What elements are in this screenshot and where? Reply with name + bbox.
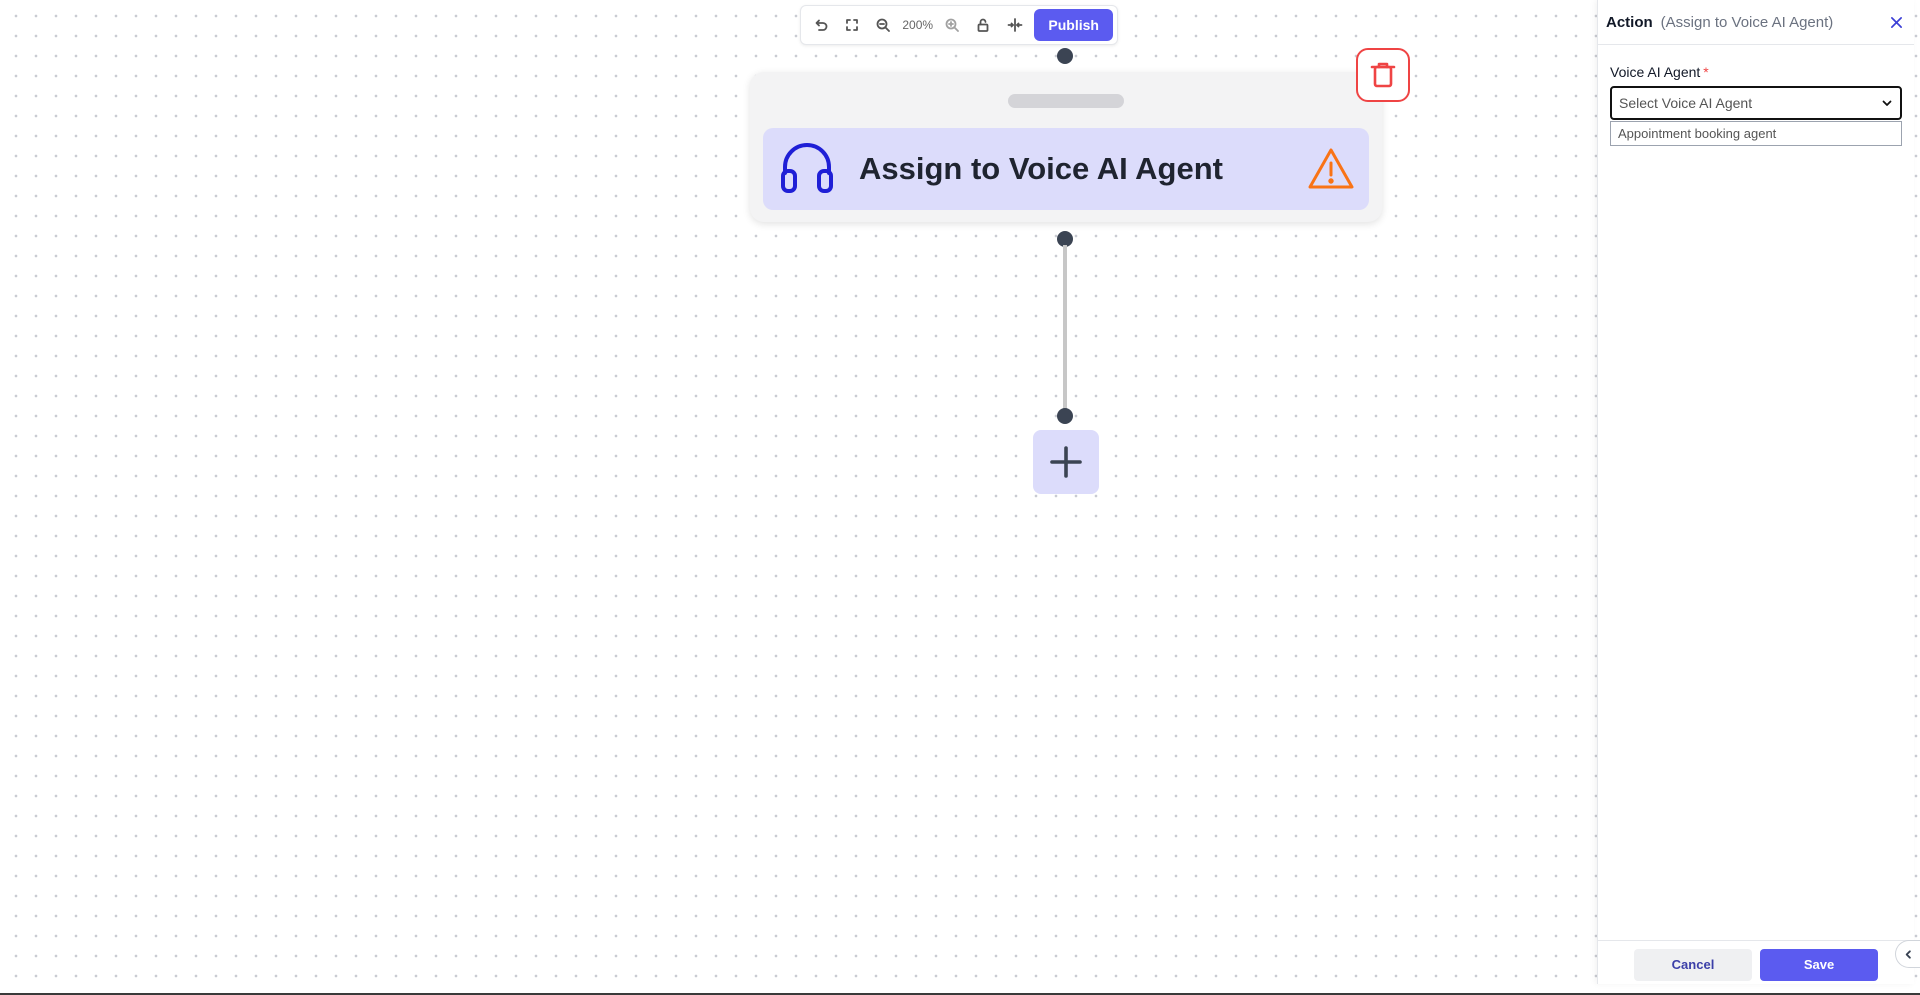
node-drag-handle[interactable] <box>1008 94 1124 108</box>
action-node-body[interactable]: Assign to Voice AI Agent <box>763 128 1369 210</box>
node-title: Assign to Voice AI Agent <box>859 151 1223 186</box>
trash-icon <box>1370 62 1396 88</box>
canvas-toolbar: 200% Publish <box>800 5 1118 45</box>
undo-icon[interactable] <box>805 9 836 41</box>
zoom-in-icon[interactable] <box>936 9 967 41</box>
save-button[interactable]: Save <box>1760 948 1878 981</box>
panel-title: Action <box>1606 13 1653 31</box>
plus-icon <box>1050 446 1082 478</box>
panel-header: Action (Assign to Voice AI Agent) <box>1598 0 1914 45</box>
dropdown-option[interactable]: Appointment booking agent <box>1610 121 1902 146</box>
voice-ai-agent-label: Voice AI Agent * <box>1610 64 1709 80</box>
panel-footer: Cancel Save <box>1598 940 1914 984</box>
fit-view-icon[interactable] <box>836 9 867 41</box>
zoom-level: 200% <box>902 18 934 32</box>
node-input-handle[interactable] <box>1057 48 1073 64</box>
chevron-down-icon <box>1882 100 1892 106</box>
warning-icon <box>1308 148 1354 189</box>
select-placeholder: Select Voice AI Agent <box>1619 95 1753 111</box>
field-label-text: Voice AI Agent <box>1610 64 1701 80</box>
action-settings-panel: Action (Assign to Voice AI Agent) Voice … <box>1597 0 1914 984</box>
collapse-panel-button[interactable] <box>1895 940 1920 968</box>
chevron-left-icon <box>1905 949 1911 959</box>
required-mark: * <box>1703 64 1709 80</box>
lock-icon[interactable] <box>968 9 999 41</box>
panel-subtitle: (Assign to Voice AI Agent) <box>1660 13 1834 31</box>
voice-ai-agent-select[interactable]: Select Voice AI Agent <box>1610 86 1902 120</box>
action-node[interactable]: Assign to Voice AI Agent <box>750 72 1382 222</box>
headset-icon <box>781 143 833 193</box>
add-node-button[interactable] <box>1033 430 1099 494</box>
publish-button[interactable]: Publish <box>1034 9 1113 41</box>
connector-end-handle[interactable] <box>1057 408 1073 424</box>
delete-node-button[interactable] <box>1356 48 1410 102</box>
zoom-out-icon[interactable] <box>868 9 899 41</box>
cancel-button[interactable]: Cancel <box>1634 948 1752 981</box>
connector-line <box>1063 245 1067 415</box>
close-icon[interactable] <box>1886 12 1906 32</box>
auto-layout-icon[interactable] <box>999 9 1030 41</box>
